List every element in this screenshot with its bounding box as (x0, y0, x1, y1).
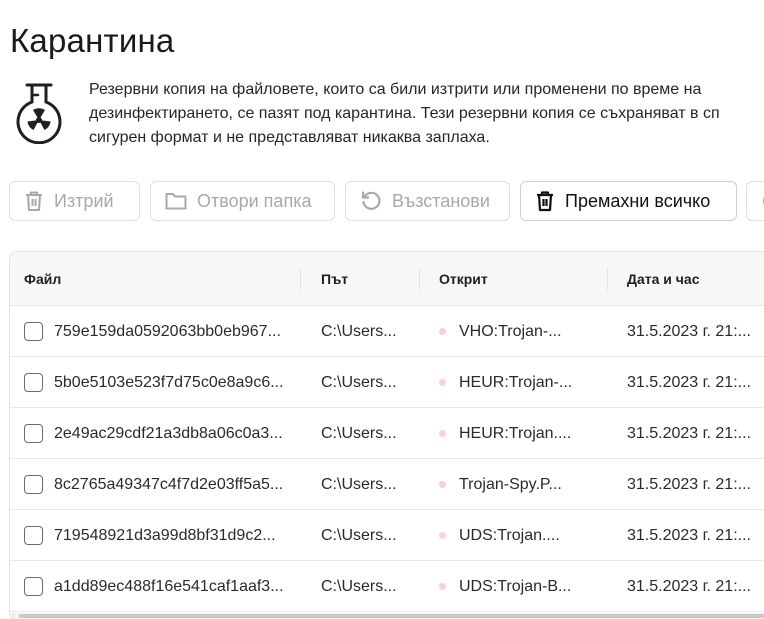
file-cell: 719548921d3a99d8bf31d9c2... (54, 527, 276, 544)
detected-cell: UDS:Trojan-B... (459, 578, 572, 595)
row-checkbox[interactable] (24, 577, 43, 596)
file-cell: 8c2765a49347c4f7d2e03ff5a5... (54, 476, 284, 493)
delete-button-label: Изтрий (54, 190, 114, 211)
datetime-cell: 31.5.2023 г. 21:... (627, 527, 751, 544)
row-checkbox[interactable] (24, 475, 43, 494)
restore-button-label: Възстанови (392, 190, 490, 211)
detected-cell: VHO:Trojan-... (459, 323, 562, 340)
remove-all-button[interactable]: Премахни всичко (520, 181, 737, 221)
detected-cell: Trojan-Spy.P... (459, 476, 562, 493)
header-file[interactable]: Файл (24, 252, 61, 306)
path-cell: C:\Users... (321, 323, 397, 340)
threat-dot (439, 379, 446, 386)
more-button[interactable] (746, 181, 764, 221)
intro-line: сигурен формат и не представляват никакв… (89, 129, 490, 146)
path-cell: C:\Users... (321, 578, 397, 595)
table-header: Файл Път Открит Дата и час (10, 252, 764, 306)
datetime-cell: 31.5.2023 г. 21:... (627, 425, 751, 442)
row-checkbox[interactable] (24, 424, 43, 443)
open-folder-button[interactable]: Отвори папка (150, 181, 335, 221)
toolbar: Изтрий Отвори папка Възстанови Премахни … (9, 181, 764, 221)
page-title: Карантина (10, 22, 175, 59)
table-row[interactable]: a1dd89ec488f16e541caf1aaf3... C:\Users..… (10, 561, 764, 612)
open-folder-button-label: Отвори папка (197, 190, 312, 211)
row-checkbox[interactable] (24, 526, 43, 545)
restore-button[interactable]: Възстанови (345, 181, 510, 221)
table-row[interactable]: 2e49ac29cdf21a3db8a06c0a3... C:\Users...… (10, 408, 764, 459)
trash-icon (26, 191, 42, 211)
table-row[interactable]: 759e159da0592063bb0eb967... C:\Users... … (10, 306, 764, 357)
scrollbar-thumb[interactable] (19, 614, 764, 618)
table-row[interactable]: 8c2765a49347c4f7d2e03ff5a5... C:\Users..… (10, 459, 764, 510)
folder-icon (165, 193, 187, 210)
header-detected[interactable]: Открит (439, 252, 488, 306)
column-divider[interactable] (607, 268, 608, 290)
datetime-cell: 31.5.2023 г. 21:... (627, 374, 751, 391)
path-cell: C:\Users... (321, 425, 397, 442)
table-row[interactable]: 5b0e5103e523f7d75c0e8a9c6... C:\Users...… (10, 357, 764, 408)
header-datetime[interactable]: Дата и час (627, 252, 700, 306)
intro-description: Резервни копия на файловете, които са би… (89, 78, 764, 150)
detected-cell: HEUR:Trojan.... (459, 425, 572, 442)
restore-icon (361, 191, 381, 210)
remove-all-button-label: Премахни всичко (565, 190, 711, 211)
file-cell: 5b0e5103e523f7d75c0e8a9c6... (54, 374, 284, 391)
file-cell: 2e49ac29cdf21a3db8a06c0a3... (54, 425, 283, 442)
threat-dot (439, 430, 446, 437)
quarantine-flask-icon (16, 83, 62, 144)
path-cell: C:\Users... (321, 527, 397, 544)
threat-dot (439, 583, 446, 590)
datetime-cell: 31.5.2023 г. 21:... (627, 476, 751, 493)
detected-cell: UDS:Trojan.... (459, 527, 560, 544)
file-cell: 759e159da0592063bb0eb967... (54, 323, 281, 340)
table-row[interactable]: 719548921d3a99d8bf31d9c2... C:\Users... … (10, 510, 764, 561)
header-path[interactable]: Път (321, 252, 348, 306)
trash-icon (537, 191, 553, 212)
intro-line: дезинфектирането, се пазят под карантина… (89, 105, 720, 122)
detected-cell: HEUR:Trojan-... (459, 374, 573, 391)
path-cell: C:\Users... (321, 374, 397, 391)
path-cell: C:\Users... (321, 476, 397, 493)
row-checkbox[interactable] (24, 322, 43, 341)
quarantine-table: Файл Път Открит Дата и час 759e159da0592… (9, 251, 764, 619)
delete-button[interactable]: Изтрий (9, 181, 140, 221)
threat-dot (439, 481, 446, 488)
column-divider[interactable] (419, 268, 420, 290)
file-cell: a1dd89ec488f16e541caf1aaf3... (54, 578, 284, 595)
threat-dot (439, 532, 446, 539)
column-divider[interactable] (300, 268, 301, 290)
row-checkbox[interactable] (24, 373, 43, 392)
intro-line: Резервни копия на файловете, които са би… (89, 81, 702, 98)
threat-dot (439, 328, 446, 335)
datetime-cell: 31.5.2023 г. 21:... (627, 578, 751, 595)
horizontal-scrollbar[interactable] (9, 613, 764, 619)
datetime-cell: 31.5.2023 г. 21:... (627, 323, 751, 340)
